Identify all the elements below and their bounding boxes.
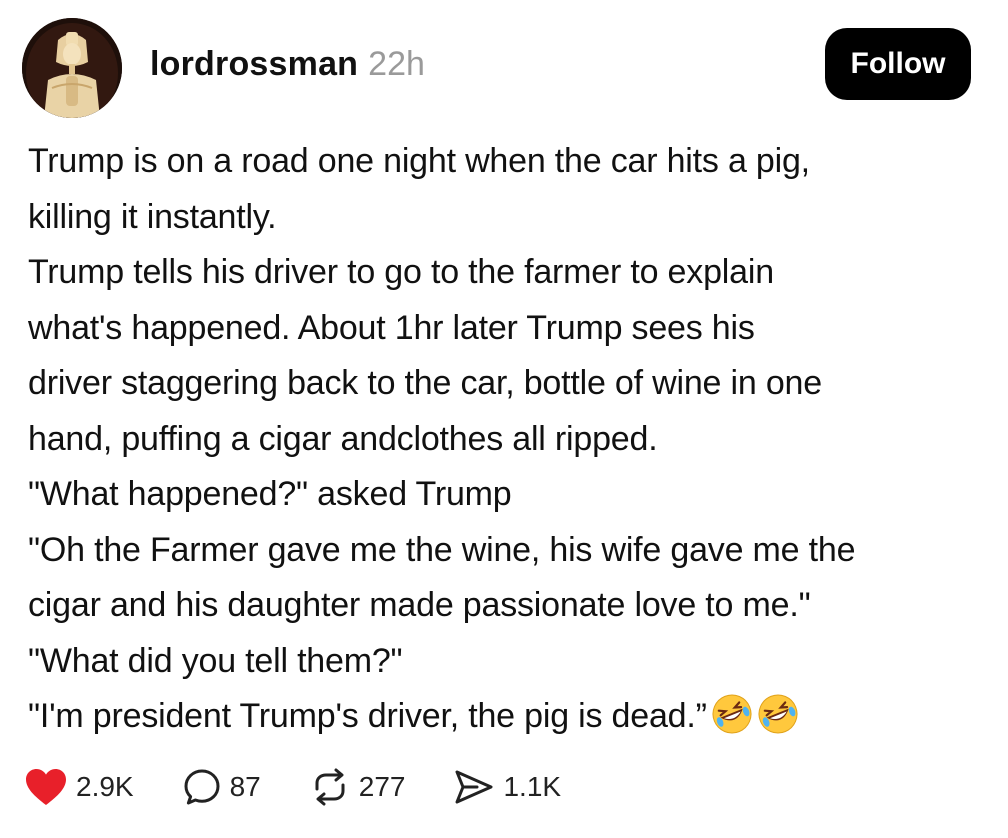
like-count: 2.9K (76, 771, 134, 802)
post-text-line: "What happened?" asked Trump (28, 475, 512, 513)
post-actions: 2.9K 87 277 1.1K (24, 762, 609, 812)
like-button[interactable]: 2.9K (24, 767, 134, 807)
share-button[interactable]: 1.1K (453, 767, 561, 807)
comment-icon (182, 767, 222, 807)
user-meta: lordrossman 22h (150, 44, 425, 84)
username[interactable]: lordrossman (150, 45, 358, 83)
share-count: 1.1K (503, 771, 562, 802)
post-text: Trump is on a road one night when the ca… (28, 134, 988, 753)
post-text-line: Trump tells his driver to go to the farm… (28, 253, 774, 291)
rolling-on-floor-laughing-emoji (757, 693, 799, 753)
post-text-line: driver staggering back to the car, bottl… (28, 364, 822, 402)
post-text-line: what's happened. About 1hr later Trump s… (28, 308, 755, 347)
rolling-on-floor-laughing-emoji (711, 693, 753, 753)
post-text-line: hand, puffing a cigar andclothes all rip… (28, 419, 658, 458)
post-text-last-line: "I'm president Trump's driver, the pig i… (28, 689, 988, 753)
reply-button[interactable]: 87 (182, 767, 261, 807)
post-text-line: Trump is on a road one night when the ca… (28, 142, 810, 180)
repost-icon (309, 767, 351, 807)
post-text-line: cigar and his daughter made passionate l… (28, 586, 811, 624)
repost-button[interactable]: 277 (309, 767, 406, 807)
reply-count: 87 (229, 771, 261, 802)
heart-icon (24, 767, 68, 807)
post-header: lordrossman 22h Follow (22, 18, 982, 118)
post-text-line: "What did you tell them?" (28, 641, 403, 680)
send-icon (453, 767, 495, 807)
post-text-line: killing it instantly. (28, 197, 277, 236)
follow-button[interactable]: Follow (825, 28, 971, 100)
pharaoh-statue-avatar-image (22, 18, 122, 118)
repost-count: 277 (358, 771, 406, 802)
post-card: lordrossman 22h Follow Trump is on a road… (0, 0, 1008, 838)
post-text-line: "Oh the Farmer gave me the wine, his wif… (28, 530, 856, 569)
post-timestamp: 22h (368, 45, 425, 83)
post-text-line: "I'm president Trump's driver, the pig i… (28, 697, 707, 735)
avatar[interactable] (22, 18, 122, 118)
